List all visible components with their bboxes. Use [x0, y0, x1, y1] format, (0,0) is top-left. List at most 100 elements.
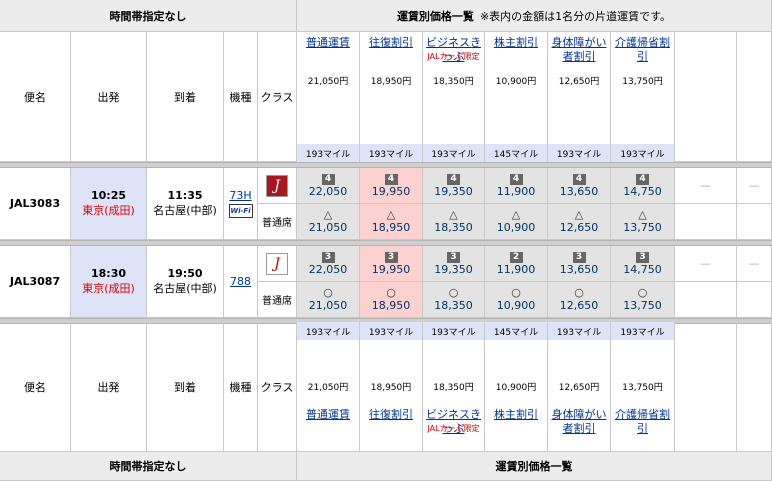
- fare-base-price: 18,350円: [433, 77, 474, 87]
- fare-column-1: 普通運賃 21,050円 193マイル: [297, 322, 360, 452]
- seat-count-badge: 4: [636, 173, 649, 185]
- aircraft-code-link[interactable]: 788: [230, 275, 251, 288]
- empty-column: [675, 32, 737, 162]
- seat-option-first[interactable]: 4 22,050: [297, 168, 360, 204]
- fare-column-3: ビジネスきっぷ JALカード限定 18,350円 193マイル: [423, 32, 485, 162]
- fare-miles: 145マイル: [493, 328, 539, 338]
- seat-price: 19,350: [434, 184, 473, 198]
- fare-miles-band: 193マイル: [297, 144, 359, 162]
- column-departure-label: 出発: [97, 380, 120, 394]
- seat-option-first[interactable]: 3 19,950: [360, 246, 423, 282]
- seat-option-economy[interactable]: △ 18,950: [360, 204, 423, 240]
- departure-airport: 東京(成田): [82, 282, 135, 295]
- time-unspecified-header: 時間帯指定なし: [0, 0, 297, 32]
- fare-name-link[interactable]: 普通運賃: [297, 36, 359, 50]
- seat-option-first[interactable]: 3 22,050: [297, 246, 360, 282]
- column-class-label: クラス: [260, 380, 294, 394]
- seat-count-badge: 3: [636, 251, 649, 263]
- time-unspecified-label: 時間帯指定なし: [109, 9, 187, 23]
- fare-miles: 145マイル: [493, 150, 539, 160]
- seat-option-economy[interactable]: ○ 18,350: [423, 282, 485, 318]
- aircraft-code-link[interactable]: 73H: [229, 189, 251, 202]
- unavailable-cell: —: [737, 246, 772, 282]
- seat-option-economy[interactable]: ○ 13,750: [611, 282, 675, 318]
- seat-option-first[interactable]: 4 19,950: [360, 168, 423, 204]
- seat-option-economy[interactable]: △ 13,750: [611, 204, 675, 240]
- fare-base-price: 18,350円: [433, 383, 474, 393]
- seat-option-first[interactable]: 4 19,350: [423, 168, 485, 204]
- arrival-airport: 名古屋(中部): [153, 282, 217, 295]
- aircraft-cell: 73H Wi-Fi: [224, 168, 258, 240]
- fare-miles-band: 193マイル: [360, 144, 422, 162]
- seat-option-economy[interactable]: △ 12,650: [548, 204, 611, 240]
- seat-count-badge: 4: [509, 173, 523, 185]
- column-departure: 出発: [71, 32, 147, 162]
- flight-number-label: JAL3087: [9, 275, 61, 288]
- column-flight: 便名: [0, 322, 71, 452]
- seat-option-first[interactable]: 3 13,650: [548, 246, 611, 282]
- column-class: クラス: [258, 32, 297, 162]
- fare-name-link[interactable]: 身体障がい者割引: [548, 36, 610, 64]
- fare-name-link[interactable]: 往復割引: [360, 36, 422, 50]
- seat-option-first[interactable]: 3 14,750: [611, 246, 675, 282]
- seat-option-economy[interactable]: △ 18,350: [423, 204, 485, 240]
- seat-option-economy[interactable]: △ 21,050: [297, 204, 360, 240]
- availability-symbol: △: [574, 208, 584, 221]
- seat-price: 18,350: [434, 299, 473, 312]
- seat-option-first[interactable]: 4 14,750: [611, 168, 675, 204]
- seat-price: 19,950: [371, 262, 411, 276]
- fare-name-link[interactable]: 往復割引: [360, 408, 422, 422]
- fare-column-3: ビジネスきっぷ JALカード限定 18,350円 193マイル: [423, 322, 485, 452]
- fare-base-price: 21,050円: [307, 77, 349, 87]
- column-flight: 便名: [0, 32, 71, 162]
- seat-price: 18,350: [434, 221, 473, 234]
- fare-miles: 193マイル: [305, 328, 351, 338]
- seat-option-first[interactable]: 2 11,900: [485, 246, 548, 282]
- fare-name-link[interactable]: 普通運賃: [297, 408, 359, 422]
- fare-column-6: 介護帰省割引 13,750円 193マイル: [611, 32, 675, 162]
- departure-cell: 18:30 東京(成田): [71, 246, 147, 318]
- seat-price: 21,050: [308, 299, 348, 312]
- seat-count-badge: 4: [321, 173, 335, 185]
- empty-column: [737, 322, 772, 452]
- seat-count-badge: 4: [447, 173, 460, 185]
- seat-option-economy[interactable]: ○ 21,050: [297, 282, 360, 318]
- class-economy-cell: 普通席: [258, 204, 297, 240]
- fare-base-price: 18,950円: [370, 77, 412, 87]
- empty-cell: [737, 204, 772, 240]
- fare-base-price: 21,050円: [307, 383, 349, 393]
- seat-option-first[interactable]: 4 13,650: [548, 168, 611, 204]
- empty-cell: [675, 282, 737, 318]
- availability-symbol: △: [323, 208, 333, 221]
- column-aircraft: 機種: [224, 322, 258, 452]
- seat-count-badge: 3: [384, 251, 398, 263]
- availability-symbol: ○: [574, 286, 584, 299]
- seat-option-first[interactable]: 3 19,350: [423, 246, 485, 282]
- fare-name-link[interactable]: 株主割引: [485, 36, 547, 50]
- empty-column: [737, 32, 772, 162]
- seat-price: 14,750: [623, 262, 662, 276]
- fare-list-footer: 運賃別価格一覧: [297, 452, 772, 481]
- seat-option-first[interactable]: 4 11,900: [485, 168, 548, 204]
- fare-note-badge: JALカード限定: [427, 52, 480, 61]
- fare-miles-band: 193マイル: [297, 322, 359, 340]
- seat-option-economy[interactable]: ○ 12,650: [548, 282, 611, 318]
- fare-name-link[interactable]: 身体障がい者割引: [548, 408, 610, 436]
- fare-miles: 193マイル: [620, 328, 665, 338]
- seat-option-economy[interactable]: △ 10,900: [485, 204, 548, 240]
- column-class-label: クラス: [260, 90, 294, 104]
- seat-option-economy[interactable]: ○ 18,950: [360, 282, 423, 318]
- seat-price: 13,750: [623, 299, 662, 312]
- seat-option-economy[interactable]: ○ 10,900: [485, 282, 548, 318]
- fare-note-badge: JALカード限定: [427, 424, 480, 433]
- fare-name-link[interactable]: 介護帰省割引: [611, 36, 674, 64]
- fare-name-link[interactable]: 介護帰省割引: [611, 408, 674, 436]
- fare-miles: 193マイル: [431, 150, 476, 160]
- fare-name-link[interactable]: 株主割引: [485, 408, 547, 422]
- class-first-logo-cell: J: [258, 246, 297, 282]
- availability-symbol: ○: [386, 286, 396, 299]
- availability-symbol: △: [638, 208, 647, 221]
- wifi-badge-icon: Wi-Fi: [228, 204, 253, 218]
- column-aircraft-label: 機種: [229, 90, 252, 104]
- arrival-time: 19:50: [167, 267, 203, 280]
